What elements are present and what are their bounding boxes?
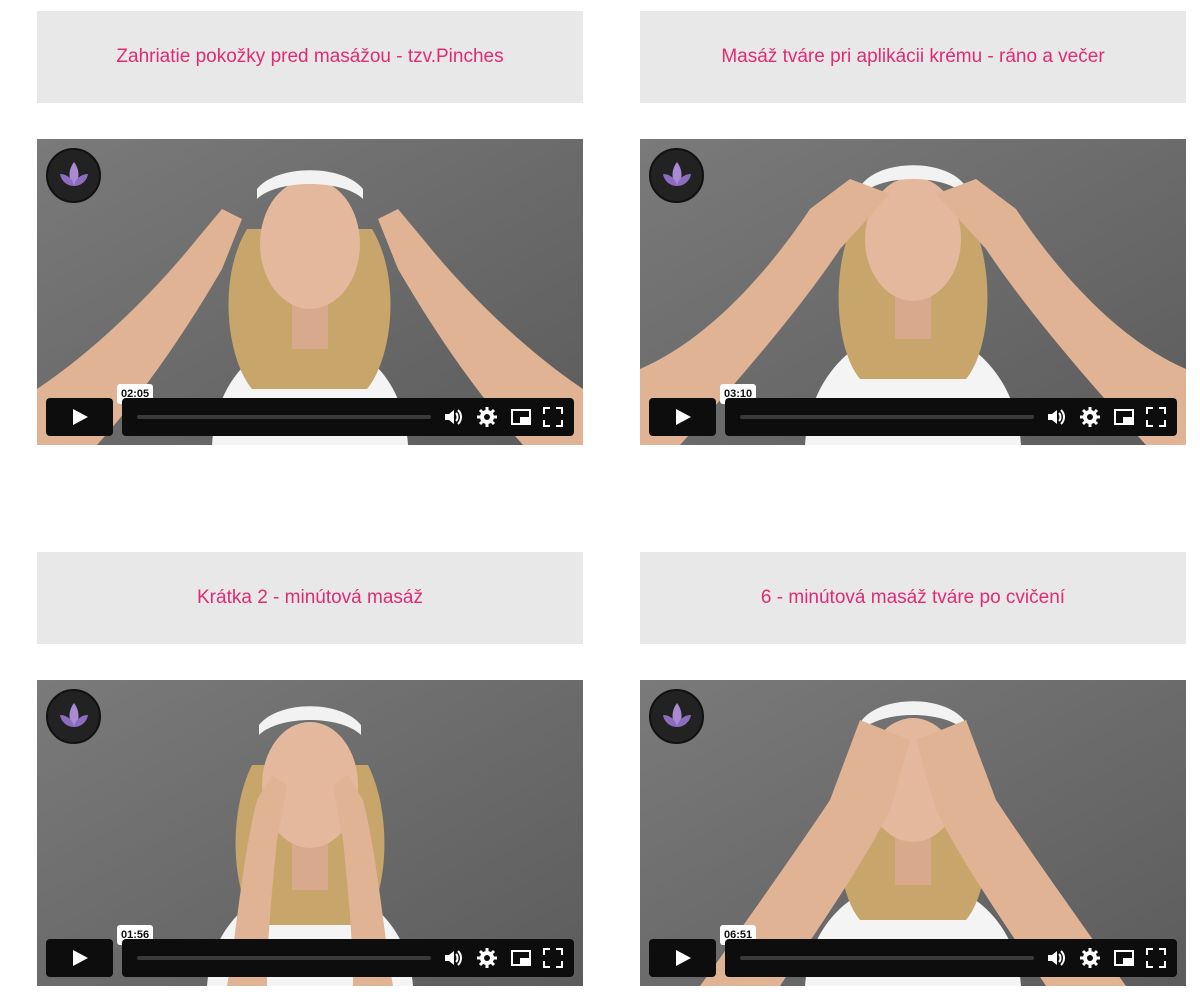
video-title-box: 6 - minútová masáž tváre po cvičení	[640, 552, 1186, 644]
video-controls	[725, 398, 1177, 436]
lotus-icon	[649, 148, 704, 203]
video-title-box: Krátka 2 - minútová masáž	[37, 552, 583, 644]
video-player[interactable]: 02:05	[37, 139, 583, 445]
play-icon	[675, 409, 691, 425]
play-button[interactable]	[649, 939, 716, 977]
video-title: Krátka 2 - minútová masáž	[197, 587, 423, 608]
gear-icon[interactable]	[476, 947, 498, 969]
lotus-icon	[46, 148, 101, 203]
video-player[interactable]: 03:10	[640, 139, 1186, 445]
play-icon	[72, 409, 88, 425]
video-player[interactable]: 06:51	[640, 680, 1186, 986]
gear-icon[interactable]	[1079, 947, 1101, 969]
fullscreen-icon[interactable]	[542, 947, 564, 969]
play-button[interactable]	[649, 398, 716, 436]
lotus-icon	[46, 689, 101, 744]
video-controls	[122, 939, 574, 977]
video-controls	[725, 939, 1177, 977]
video-controls	[122, 398, 574, 436]
play-icon	[675, 950, 691, 966]
fullscreen-icon[interactable]	[542, 406, 564, 428]
progress-bar[interactable]	[740, 956, 1034, 960]
video-title: Zahriatie pokožky pred masážou - tzv.Pin…	[116, 46, 504, 67]
play-button[interactable]	[46, 398, 113, 436]
video-title: 6 - minútová masáž tváre po cvičení	[760, 587, 1066, 608]
gear-icon[interactable]	[476, 406, 498, 428]
volume-icon[interactable]	[1045, 947, 1067, 969]
progress-bar[interactable]	[137, 415, 431, 419]
play-icon	[72, 950, 88, 966]
volume-icon[interactable]	[1045, 406, 1067, 428]
picture-in-picture-icon[interactable]	[1113, 947, 1135, 969]
picture-in-picture-icon[interactable]	[1113, 406, 1135, 428]
play-button[interactable]	[46, 939, 113, 977]
video-card: Zahriatie pokožky pred masážou - tzv.Pin…	[37, 11, 583, 445]
video-title-box: Masáž tváre pri aplikácii krému - ráno a…	[640, 11, 1186, 103]
video-title-box: Zahriatie pokožky pred masážou - tzv.Pin…	[37, 11, 583, 103]
fullscreen-icon[interactable]	[1145, 406, 1167, 428]
progress-bar[interactable]	[137, 956, 431, 960]
video-card: Masáž tváre pri aplikácii krému - ráno a…	[640, 11, 1186, 445]
volume-icon[interactable]	[442, 406, 464, 428]
gear-icon[interactable]	[1079, 406, 1101, 428]
video-title: Masáž tváre pri aplikácii krému - ráno a…	[721, 46, 1105, 67]
progress-bar[interactable]	[740, 415, 1034, 419]
fullscreen-icon[interactable]	[1145, 947, 1167, 969]
volume-icon[interactable]	[442, 947, 464, 969]
video-card: 6 - minútová masáž tváre po cvičení 06:5…	[640, 552, 1186, 986]
picture-in-picture-icon[interactable]	[510, 947, 532, 969]
video-card: Krátka 2 - minútová masáž 01:56	[37, 552, 583, 986]
video-player[interactable]: 01:56	[37, 680, 583, 986]
lotus-icon	[649, 689, 704, 744]
picture-in-picture-icon[interactable]	[510, 406, 532, 428]
